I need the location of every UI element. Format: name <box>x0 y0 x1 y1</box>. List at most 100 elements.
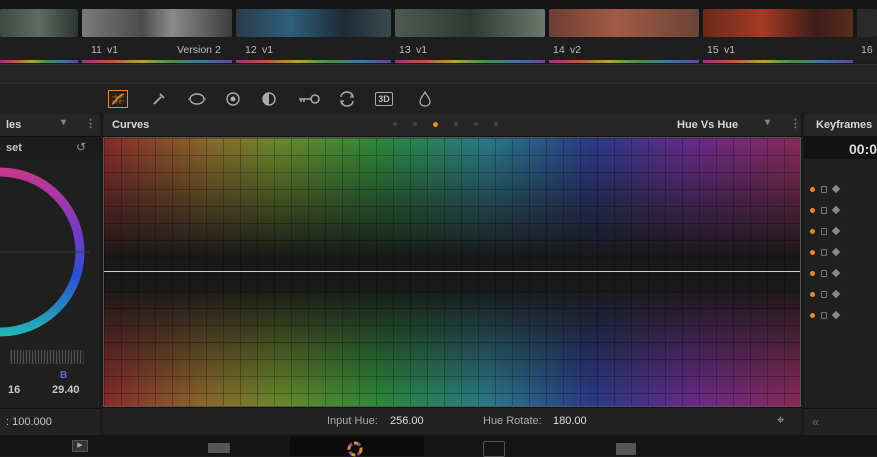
curve-mode-select[interactable]: Hue Vs Hue <box>677 119 738 131</box>
gallery-page-icon[interactable] <box>483 441 505 457</box>
resize-icon[interactable] <box>336 89 358 109</box>
clip-thumbnail[interactable] <box>857 9 877 37</box>
panel-title: les <box>6 119 22 131</box>
key-icon[interactable] <box>295 89 323 109</box>
hue-rotate-label: Hue Rotate: <box>483 415 542 427</box>
channel-b-label: B <box>60 370 68 381</box>
lock-icon[interactable] <box>821 269 827 277</box>
more-options-icon[interactable]: ⋮ <box>790 117 801 130</box>
clip-version: v1 <box>724 44 736 56</box>
wheels-mode-label: set <box>6 142 22 154</box>
media-page-icon[interactable] <box>208 443 230 453</box>
3d-label: 3D <box>375 92 393 106</box>
color-wheel-icon <box>347 441 363 457</box>
keyframe-icon[interactable] <box>831 268 841 278</box>
3d-icon[interactable]: 3D <box>372 89 396 109</box>
clip-version: v1 <box>107 44 119 56</box>
lock-icon[interactable] <box>821 227 827 235</box>
keyframe-row[interactable] <box>810 308 841 322</box>
color-wheels-panel: les ▾ ⋮ set ↺ B 16 29.40 : 100.000 <box>0 114 100 435</box>
keyframe-icon[interactable] <box>831 247 841 257</box>
footer-value[interactable]: : 100.000 <box>6 416 52 428</box>
chevron-down-icon[interactable]: ▾ <box>61 117 66 128</box>
page-dot[interactable] <box>454 122 458 126</box>
curves-icon[interactable] <box>108 90 128 108</box>
keyframes-panel: Keyframes 00:0 « <box>804 114 877 435</box>
input-hue-value[interactable]: 256.00 <box>390 415 424 427</box>
lock-icon[interactable] <box>821 290 827 298</box>
panel-header: Curves Hue Vs Hue ▾ ⋮ <box>103 114 801 137</box>
keyframe-row[interactable] <box>810 224 841 238</box>
timeline-strip: 11 v1 Version 2 12 v1 13 v1 14 v2 15 v1 … <box>0 0 877 63</box>
deliver-page-icon[interactable] <box>616 443 636 455</box>
keyframe-icon[interactable] <box>831 310 841 320</box>
keyframe-icon[interactable] <box>831 226 841 236</box>
keyframe-icon[interactable] <box>831 289 841 299</box>
curves-footer: Input Hue: 256.00 Hue Rotate: 180.00 ⌖ <box>103 407 801 434</box>
keyframe-icon[interactable] <box>831 205 841 215</box>
panel-header: Keyframes <box>804 114 877 137</box>
panel-header: les ▾ ⋮ <box>0 114 100 137</box>
reset-icon[interactable]: ↺ <box>76 140 86 154</box>
keyframe-row[interactable] <box>810 287 841 301</box>
clip-thumbnail[interactable] <box>703 9 853 37</box>
input-hue-label: Input Hue: <box>327 415 378 427</box>
qualifier-picker-icon[interactable] <box>148 89 170 109</box>
lock-icon[interactable] <box>821 248 827 256</box>
lock-icon[interactable] <box>821 311 827 319</box>
clip-number: 11 <box>91 44 102 56</box>
clip-number: 13 <box>399 44 411 56</box>
hue-curve-line[interactable] <box>104 271 800 272</box>
blur-icon[interactable] <box>258 89 280 109</box>
b-value[interactable]: 29.40 <box>52 384 80 396</box>
page-dot[interactable] <box>494 122 498 126</box>
curves-icon-svg <box>111 93 125 105</box>
color-wheel[interactable] <box>0 164 100 344</box>
clip-thumbnail[interactable] <box>549 9 699 37</box>
keyframe-row[interactable] <box>810 266 841 280</box>
picker-icon[interactable]: ⌖ <box>777 412 784 428</box>
keyframe-row[interactable] <box>810 203 841 217</box>
play-icon[interactable]: ▶ <box>72 440 88 452</box>
panel-title: Keyframes <box>816 119 873 131</box>
page-dot[interactable] <box>393 122 397 126</box>
clip-name: Version 2 <box>177 44 221 56</box>
power-window-icon[interactable] <box>186 89 208 109</box>
collapse-icon[interactable]: « <box>812 414 819 429</box>
clip-thumbnail[interactable] <box>395 9 545 37</box>
keyframe-row[interactable] <box>810 245 841 259</box>
page-dot[interactable] <box>474 122 478 126</box>
panel-title: Curves <box>112 119 150 131</box>
clip-version: v1 <box>416 44 428 56</box>
clip-number: 15 <box>707 44 719 56</box>
channel-value[interactable]: 16 <box>8 384 20 396</box>
palette-toolbar: 3D <box>0 83 877 115</box>
clip-number: 16 <box>861 44 873 56</box>
keyframe-row[interactable] <box>810 182 841 196</box>
master-wheel-slider[interactable] <box>10 350 84 364</box>
clip-number: 14 <box>553 44 565 56</box>
clip-number: 12 <box>245 44 257 56</box>
more-options-icon[interactable]: ⋮ <box>85 117 96 130</box>
hue-rotate-value[interactable]: 180.00 <box>553 415 587 427</box>
clip-version: v1 <box>262 44 274 56</box>
page-dots <box>393 122 498 127</box>
chevron-down-icon[interactable]: ▾ <box>765 117 770 128</box>
page-dot[interactable] <box>413 122 417 126</box>
keyframe-icon[interactable] <box>831 184 841 194</box>
hue-vs-hue-graph[interactable] <box>103 137 801 407</box>
clip-thumbnail[interactable] <box>82 9 232 37</box>
curves-panel: Curves Hue Vs Hue ▾ ⋮ Input Hue: 256.00 … <box>103 114 801 434</box>
color-page-tab[interactable] <box>290 437 424 457</box>
tracker-icon[interactable] <box>222 89 244 109</box>
page-navigation-bar: ▶ <box>0 435 877 457</box>
clip-thumbnail[interactable] <box>0 9 78 37</box>
timeline-bar <box>0 64 877 83</box>
page-dot-active[interactable] <box>433 122 438 127</box>
stereo-icon[interactable] <box>414 89 436 109</box>
lock-icon[interactable] <box>821 185 827 193</box>
lock-icon[interactable] <box>821 206 827 214</box>
clip-version: v2 <box>570 44 582 56</box>
timecode: 00:0 <box>849 141 877 157</box>
clip-thumbnail[interactable] <box>236 9 391 37</box>
